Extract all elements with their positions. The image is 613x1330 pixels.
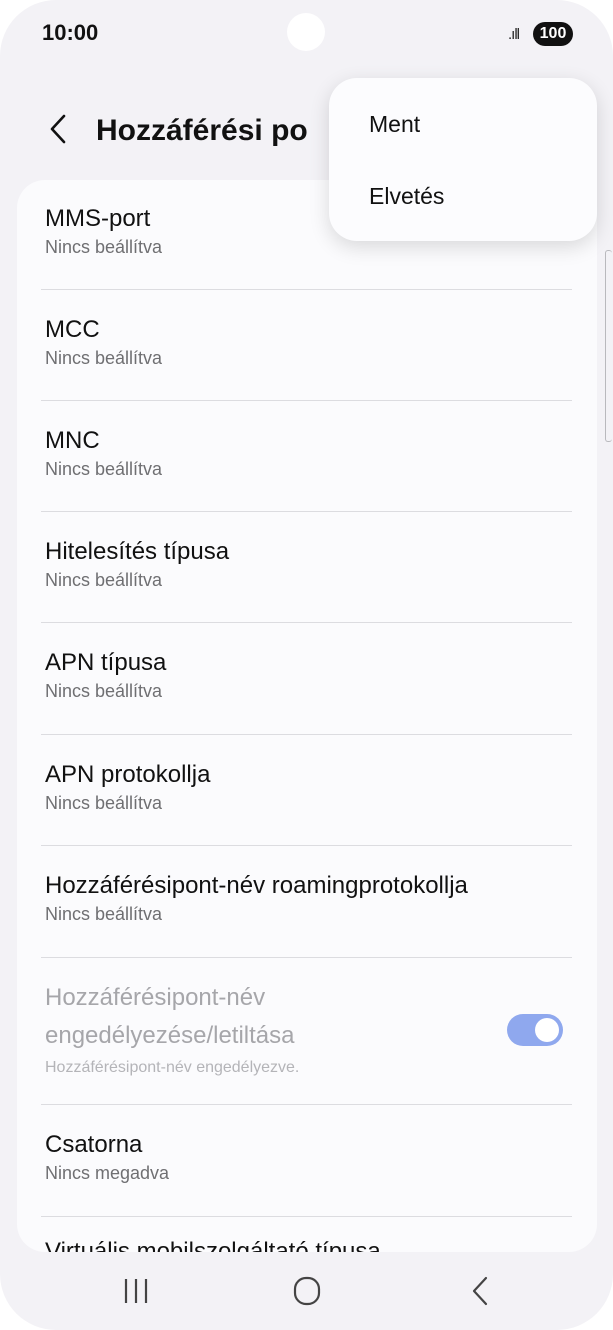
divider <box>41 845 572 846</box>
chevron-left-icon <box>50 114 66 144</box>
navigation-bar <box>0 1255 613 1330</box>
setting-value: Nincs beállítva <box>45 570 163 590</box>
status-bar: 10:00 .ıll 100 <box>0 0 613 68</box>
back-nav-button[interactable] <box>455 1271 505 1311</box>
recent-apps-icon <box>124 1279 148 1303</box>
settings-list: MMS-port Nincs beállítva MCC Nincs beáll… <box>17 180 597 1252</box>
divider <box>41 1216 572 1217</box>
setting-value: Nincs beállítva <box>45 348 163 368</box>
home-button[interactable] <box>282 1271 332 1311</box>
setting-label: Hitelesítés típusa <box>45 538 230 565</box>
setting-channel[interactable]: Csatorna Nincs megadva <box>45 1130 572 1184</box>
divider <box>41 289 572 290</box>
setting-value: Hozzáférésipont-név engedélyezve. <box>45 1059 300 1076</box>
apn-enable-toggle[interactable] <box>507 1014 563 1046</box>
back-button[interactable] <box>44 112 74 146</box>
divider <box>41 400 572 401</box>
setting-value: Nincs beállítva <box>45 681 163 701</box>
setting-label-line1: Hozzáférésipont-név <box>45 984 266 1011</box>
menu-item-discard[interactable]: Elvetés <box>369 183 444 210</box>
phone-screen: 10:00 .ıll 100 Hozzáférési po MMS-port N… <box>0 0 613 1330</box>
front-camera <box>287 13 325 51</box>
setting-apn-protocol[interactable]: APN protokollja Nincs beállítva <box>45 760 572 814</box>
divider <box>41 1104 572 1105</box>
setting-value: Nincs megadva <box>45 1163 170 1183</box>
menu-item-save[interactable]: Ment <box>369 111 420 138</box>
setting-label: Csatorna <box>45 1131 143 1158</box>
setting-label: MCC <box>45 316 100 343</box>
setting-mcc[interactable]: MCC Nincs beállítva <box>45 315 572 369</box>
setting-mnc[interactable]: MNC Nincs beállítva <box>45 426 572 480</box>
status-time: 10:00 <box>42 20 99 45</box>
scrollbar[interactable] <box>605 250 612 442</box>
home-icon <box>293 1276 321 1306</box>
toggle-knob <box>535 1018 559 1042</box>
setting-mvno-type[interactable]: Virtuális mobilszolgáltató típusa <box>45 1238 381 1252</box>
signal-icon: .ıll <box>508 26 520 43</box>
divider <box>41 622 572 623</box>
setting-apn-enable: Hozzáférésipont-név engedélyezése/letilt… <box>45 983 485 1077</box>
setting-value: Nincs beállítva <box>45 793 163 813</box>
setting-label: Hozzáférésipont-név roamingprotokollja <box>45 872 468 899</box>
setting-auth-type[interactable]: Hitelesítés típusa Nincs beállítva <box>45 537 572 591</box>
battery-icon: 100 <box>533 22 573 46</box>
setting-value: Nincs beállítva <box>45 904 163 924</box>
divider <box>41 734 572 735</box>
page-title: Hozzáférési po <box>96 114 308 147</box>
setting-label: APN protokollja <box>45 761 211 788</box>
setting-value: Nincs beállítva <box>45 459 163 479</box>
setting-label-line2: engedélyezése/letiltása <box>45 1022 295 1049</box>
divider <box>41 957 572 958</box>
setting-apn-roaming-protocol[interactable]: Hozzáférésipont-név roamingprotokollja N… <box>45 871 572 925</box>
overflow-menu: Ment Elvetés <box>329 78 597 241</box>
recent-apps-button[interactable] <box>112 1271 162 1311</box>
setting-label: APN típusa <box>45 649 167 676</box>
divider <box>41 511 572 512</box>
setting-apn-type[interactable]: APN típusa Nincs beállítva <box>45 648 572 702</box>
setting-label: MNC <box>45 427 100 454</box>
back-icon <box>472 1276 488 1306</box>
